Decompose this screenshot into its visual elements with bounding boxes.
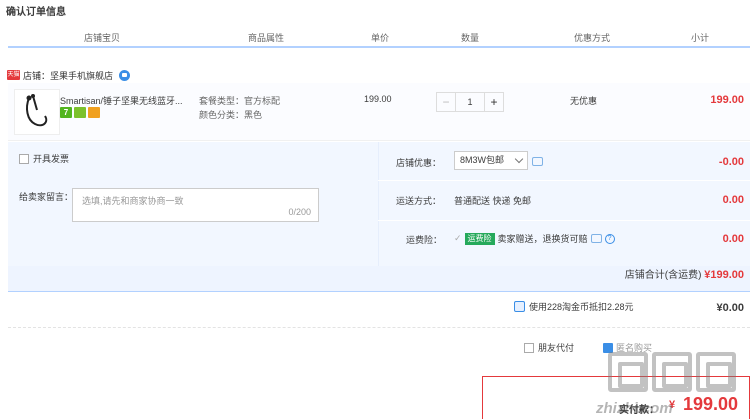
shop-discount-label: 店铺优惠： [396,158,442,168]
message-placeholder: 选填,请先和商家协商一致 [82,196,184,206]
page-title: 确认订单信息 [6,7,66,18]
coin-label: 使用228淘金币抵扣2.28元 [529,302,634,312]
insurance-row: ✓ 运费险 卖家赠送，退换货可赔 ? [454,232,615,245]
col-price: 单价 [371,33,390,43]
shop-total: 店铺合计(含运费) ¥199.00 [625,266,744,281]
item-subtotal: 199.00 [710,94,744,106]
pay-amount: 199.00 [683,394,739,414]
friend-pay-checkbox[interactable] [524,342,534,353]
watermark-text: zhizhi.com [596,400,673,417]
quantity-stepper: − 1 + [436,92,504,112]
col-subtotal: 小计 [691,33,710,43]
help-icon[interactable]: ? [604,233,615,244]
invoice-option[interactable]: 开具发票 [19,152,69,165]
col-shop-item: 店铺宝贝 [84,33,121,43]
shop-name-link[interactable]: 店铺：坚果手机旗舰店 [23,69,113,82]
col-discount: 优惠方式 [574,33,611,43]
seven-day-return-icon[interactable]: 7 [60,107,72,118]
product-name-link[interactable]: Smartisan/锤子坚果无线蓝牙... [60,94,195,107]
shop-discount-select[interactable]: 8M3W包邮 [454,151,528,170]
invoice-label: 开具发票 [33,154,70,164]
shop-discount-value: -0.00 [718,156,744,168]
shipping-value: 0.00 [722,194,744,206]
comment-icon[interactable] [590,234,602,243]
insurance-text: 卖家赠送，退换货可赔 [497,234,588,244]
prop-color: 颜色分类：黑色 [199,110,263,120]
shipping-method: 普通配送 快递 免邮 [454,196,532,206]
insurance-value: 0.00 [722,233,744,245]
coin-value: ¥0.00 [716,302,744,314]
order-item-row: Smartisan/锤子坚果无线蓝牙... 7 套餐类型：官方标配 颜色分类：黑… [8,83,750,141]
coin-checkbox[interactable] [514,301,525,312]
unit-price: 199.00 [364,94,392,104]
seller-message-input[interactable]: 选填,请先和商家协商一致 0/200 [72,188,319,222]
qty-minus-button[interactable]: − [436,92,456,112]
chevron-down-icon [514,154,524,164]
friend-pay-label: 朋友代付 [538,343,575,353]
message-char-count: 0/200 [288,207,311,217]
product-thumbnail[interactable] [14,89,60,135]
friend-pay-option[interactable]: 朋友代付 [524,341,574,354]
divider [8,327,750,328]
watermark-logo [608,352,736,392]
order-extras-panel: 开具发票 给卖家留言： 选填,请先和商家协商一致 0/200 店铺优惠： 8M3… [8,142,750,292]
taojinbi-option[interactable]: 使用228淘金币抵扣2.28元 [514,300,634,313]
col-props: 商品属性 [248,33,285,43]
shop-total-label: 店铺合计(含运费) [624,270,702,281]
message-label: 给卖家留言： [19,192,74,202]
guarantee-icon[interactable] [74,107,86,118]
discount-method: 无优惠 [570,96,598,106]
service-tags: 7 [60,107,100,118]
anonymous-checkbox[interactable] [603,342,613,353]
shop-header: 天猫 店铺：坚果手机旗舰店 [7,68,131,82]
col-qty: 数量 [461,33,480,43]
column-header: 店铺宝贝 商品属性 单价 数量 优惠方式 小计 [8,28,750,48]
insurance-label: 运费险： [406,235,443,245]
divider [378,220,750,221]
credit-card-icon[interactable] [88,107,100,118]
invoice-checkbox[interactable] [19,153,29,164]
qty-input[interactable]: 1 [456,92,484,112]
divider [378,180,750,181]
shop-total-value: ¥199.00 [704,269,744,281]
shipping-label: 运送方式： [396,196,442,206]
comment-icon[interactable] [532,157,543,166]
earphone-icon [26,94,48,127]
prop-package: 套餐类型：官方标配 [199,96,281,106]
chat-icon[interactable] [119,69,131,81]
qty-plus-button[interactable]: + [484,92,504,112]
shop-discount-selected: 8M3W包邮 [460,155,505,165]
tmall-badge: 天猫 [7,70,20,80]
check-icon: ✓ [454,233,462,243]
insurance-tag: 运费险 [464,232,495,245]
